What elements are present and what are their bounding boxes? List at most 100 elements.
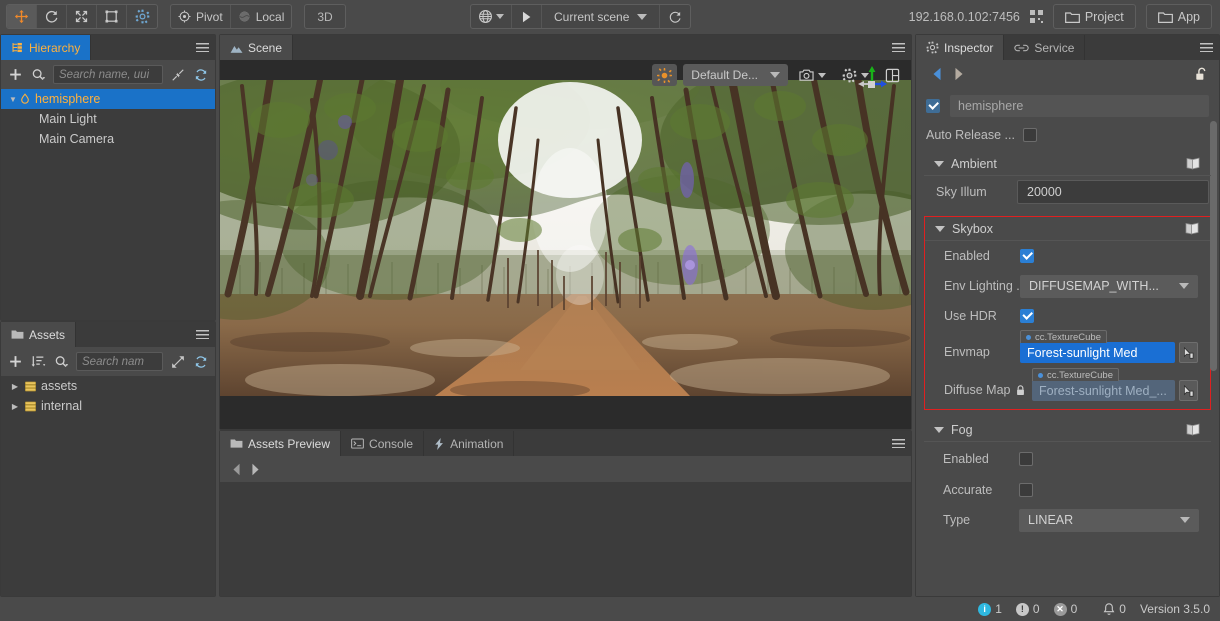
gear-tool[interactable] <box>127 5 157 28</box>
expand-icon[interactable] <box>169 353 186 370</box>
rotate-tool[interactable] <box>37 5 67 28</box>
reload-preview-button[interactable] <box>660 5 690 28</box>
inspector-back-button[interactable] <box>926 67 948 81</box>
assets-menu-icon[interactable] <box>189 322 215 347</box>
coordinate-toggle[interactable]: Local <box>231 5 292 28</box>
diffuse-map-asset-field[interactable]: cc.TextureCube Forest-sunlight Med_... <box>1032 368 1198 401</box>
hierarchy-search-filter-icon[interactable] <box>30 66 47 83</box>
assets-search-input[interactable]: Search nam <box>76 352 163 371</box>
envmap-pick-icon[interactable] <box>1179 342 1198 363</box>
fog-enabled-checkbox[interactable] <box>1019 451 1033 466</box>
env-lighting-label: Env Lighting ... <box>944 279 1027 293</box>
main-toolbar: Pivot Local 3D Current scene 192.168.0.1… <box>0 0 1220 33</box>
preview-next-button[interactable] <box>251 463 260 476</box>
chevron-right-icon[interactable]: ▶ <box>9 402 21 411</box>
status-warning[interactable]: ! 0 <box>1015 602 1040 616</box>
use-hdr-label: Use HDR <box>944 309 997 323</box>
preview-browser-button[interactable] <box>471 5 512 28</box>
app-button[interactable]: App <box>1145 4 1212 29</box>
hierarchy-menu-icon[interactable] <box>189 35 215 60</box>
chevron-down-icon[interactable]: ▼ <box>7 95 19 104</box>
book-icon[interactable] <box>1186 157 1201 170</box>
scale-tool[interactable] <box>67 5 97 28</box>
status-error[interactable]: ✕ 0 <box>1053 602 1077 616</box>
tab-assets[interactable]: Assets <box>1 322 77 347</box>
assets-refresh-icon[interactable] <box>192 353 209 370</box>
book-icon[interactable] <box>1185 222 1200 235</box>
fog-type-dropdown[interactable]: LINEAR <box>1019 508 1199 532</box>
book-icon[interactable] <box>1186 423 1201 436</box>
hierarchy-node-hemisphere[interactable]: ▼ hemisphere <box>1 89 215 109</box>
preview-prev-button[interactable] <box>232 463 241 476</box>
rect-transform-tool[interactable] <box>97 5 127 28</box>
link-icon <box>1014 44 1030 51</box>
collapse-all-icon[interactable] <box>169 66 186 83</box>
scene-viewport[interactable]: Default De... <box>220 60 911 429</box>
tab-animation[interactable]: Animation <box>424 431 515 456</box>
auto-release-checkbox[interactable] <box>1023 128 1037 142</box>
sort-icon[interactable] <box>30 353 47 370</box>
section-ambient-header[interactable]: Ambient <box>924 152 1211 176</box>
inspector-scrollbar[interactable] <box>1210 121 1217 371</box>
sky-illum-input[interactable]: 20000 <box>1017 180 1209 204</box>
status-info[interactable]: i 1 <box>978 602 1002 616</box>
diffuse-map-asset-type: cc.TextureCube <box>1047 369 1114 381</box>
node-name-field[interactable]: hemisphere <box>950 95 1209 117</box>
tab-assets-preview[interactable]: Assets Preview <box>220 431 342 456</box>
dimension-toggle[interactable]: 3D <box>305 5 344 28</box>
hierarchy-node-main-camera[interactable]: Main Camera <box>1 129 215 149</box>
scene-lighting-toggle[interactable] <box>652 64 678 86</box>
scene-device-preset-dropdown[interactable]: Default De... <box>683 64 788 86</box>
scene-selector[interactable]: Current scene <box>542 5 661 28</box>
tab-hierarchy[interactable]: Hierarchy <box>1 35 92 60</box>
tab-console[interactable]: Console <box>341 431 425 456</box>
assets-item-assets[interactable]: ▶ assets <box>1 376 215 396</box>
pivot-toggle[interactable]: Pivot <box>171 5 231 28</box>
chevron-right-icon[interactable]: ▶ <box>9 382 21 391</box>
add-node-button[interactable] <box>7 66 24 83</box>
inspector-body: hemisphere Auto Release ... Ambient Sky … <box>916 60 1219 596</box>
assets-search-filter-icon[interactable] <box>53 353 70 370</box>
use-hdr-checkbox[interactable] <box>1020 309 1034 323</box>
bottom-dock-menu-icon[interactable] <box>885 431 911 456</box>
hierarchy-search-input[interactable]: Search name, uui <box>53 65 163 84</box>
move-tool[interactable] <box>7 5 37 28</box>
hierarchy-node-main-light[interactable]: Main Light <box>1 109 215 129</box>
tab-service[interactable]: Service <box>1004 35 1086 60</box>
inspector-menu-icon[interactable] <box>1193 35 1219 60</box>
hierarchy-node-label: Main Light <box>39 112 97 126</box>
use-hdr-row: Use HDR <box>925 301 1210 331</box>
node-enabled-checkbox[interactable] <box>926 99 940 113</box>
section-fog-header[interactable]: Fog <box>924 418 1211 442</box>
add-asset-button[interactable] <box>7 353 24 370</box>
envmap-label: Envmap <box>944 345 990 359</box>
section-fog-title: Fog <box>951 422 973 437</box>
fog-type-value: LINEAR <box>1028 513 1074 527</box>
inspector-forward-button[interactable] <box>948 67 970 81</box>
hierarchy-refresh-icon[interactable] <box>192 66 209 83</box>
tab-inspector[interactable]: Inspector <box>916 35 1005 60</box>
qr-code-icon[interactable] <box>1029 10 1043 23</box>
diffuse-map-pick-icon[interactable] <box>1179 380 1198 401</box>
assets-item-internal[interactable]: ▶ internal <box>1 396 215 416</box>
assets-preview-content[interactable] <box>220 482 911 596</box>
axis-gizmo[interactable] <box>855 64 889 98</box>
scene-menu-icon[interactable] <box>885 35 911 60</box>
play-button[interactable] <box>512 5 542 28</box>
unlock-icon[interactable] <box>1195 67 1209 82</box>
status-notifications[interactable]: 0 <box>1103 602 1126 616</box>
auto-release-label: Auto Release ... <box>926 128 1015 142</box>
assets-preview-nav <box>220 456 911 482</box>
env-lighting-dropdown[interactable]: DIFFUSEMAP_WITH... <box>1020 274 1198 298</box>
chevron-down-icon <box>934 426 944 433</box>
section-skybox-header[interactable]: Skybox <box>925 217 1210 241</box>
skybox-enabled-checkbox[interactable] <box>1020 249 1034 263</box>
fog-accurate-checkbox[interactable] <box>1019 483 1033 497</box>
scene-camera-button[interactable] <box>794 64 831 86</box>
project-button[interactable]: Project <box>1052 4 1136 29</box>
envmap-value[interactable]: Forest-sunlight Med <box>1020 342 1175 363</box>
hierarchy-tree: ▼ hemisphere Main Light Main Camera <box>1 89 215 320</box>
envmap-asset-field[interactable]: cc.TextureCube Forest-sunlight Med <box>1020 330 1198 363</box>
tab-scene[interactable]: Scene <box>220 35 294 60</box>
section-skybox: Skybox Enabled Env Lighting ... DIFFUSEM… <box>924 216 1211 410</box>
